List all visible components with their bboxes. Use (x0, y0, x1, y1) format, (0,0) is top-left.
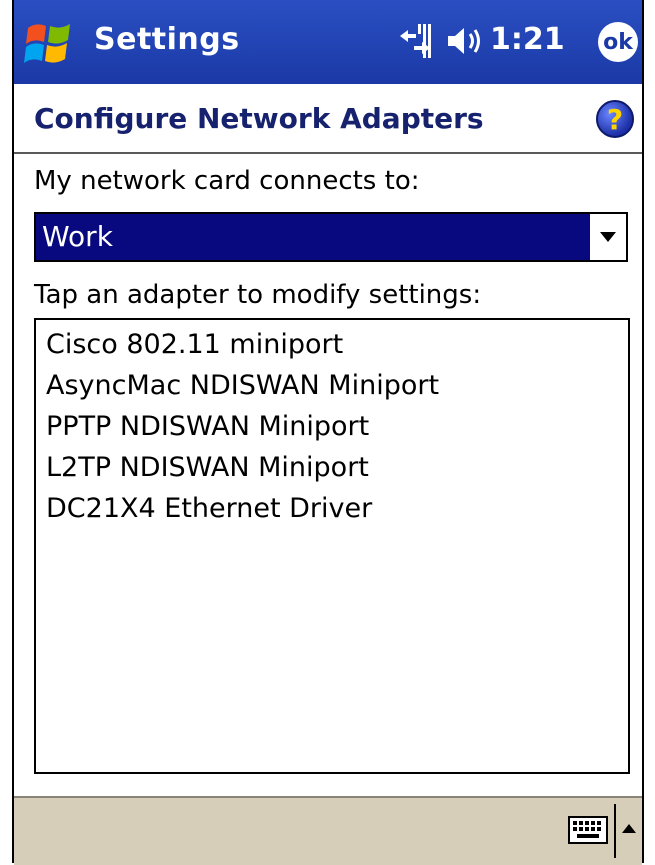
keyboard-icon[interactable] (568, 816, 608, 844)
page-header: Configure Network Adapters ? (14, 84, 642, 154)
network-connects-dropdown[interactable]: Work (34, 212, 628, 262)
title-bar: Settings 1:21 ok (14, 0, 642, 84)
ok-button[interactable]: ok (598, 22, 638, 62)
pocket-pc-window: Settings 1:21 ok Configure Network Adapt… (12, 0, 644, 865)
app-title: Settings (94, 22, 240, 57)
list-item[interactable]: PPTP NDISWAN Miniport (46, 406, 618, 447)
list-item[interactable]: Cisco 802.11 miniport (46, 324, 618, 365)
chevron-down-icon[interactable] (590, 214, 626, 260)
menu-bar (14, 796, 642, 865)
connectivity-icon[interactable] (398, 22, 432, 60)
list-item[interactable]: L2TP NDISWAN Miniport (46, 447, 618, 488)
list-item[interactable]: AsyncMac NDISWAN Miniport (46, 365, 618, 406)
windows-flag-icon[interactable] (22, 16, 76, 70)
dropdown-selected-value[interactable]: Work (36, 214, 590, 260)
page-title: Configure Network Adapters (34, 102, 484, 135)
clock[interactable]: 1:21 (490, 22, 565, 57)
help-icon[interactable]: ? (596, 100, 634, 138)
connects-to-label: My network card connects to: (34, 166, 420, 196)
adapters-label: Tap an adapter to modify settings: (34, 280, 482, 310)
up-arrow-icon[interactable] (620, 820, 638, 838)
speaker-icon[interactable] (446, 24, 484, 58)
list-item[interactable]: DC21X4 Ethernet Driver (46, 488, 618, 529)
adapter-list[interactable]: Cisco 802.11 miniport AsyncMac NDISWAN M… (34, 318, 630, 774)
divider (614, 804, 616, 858)
